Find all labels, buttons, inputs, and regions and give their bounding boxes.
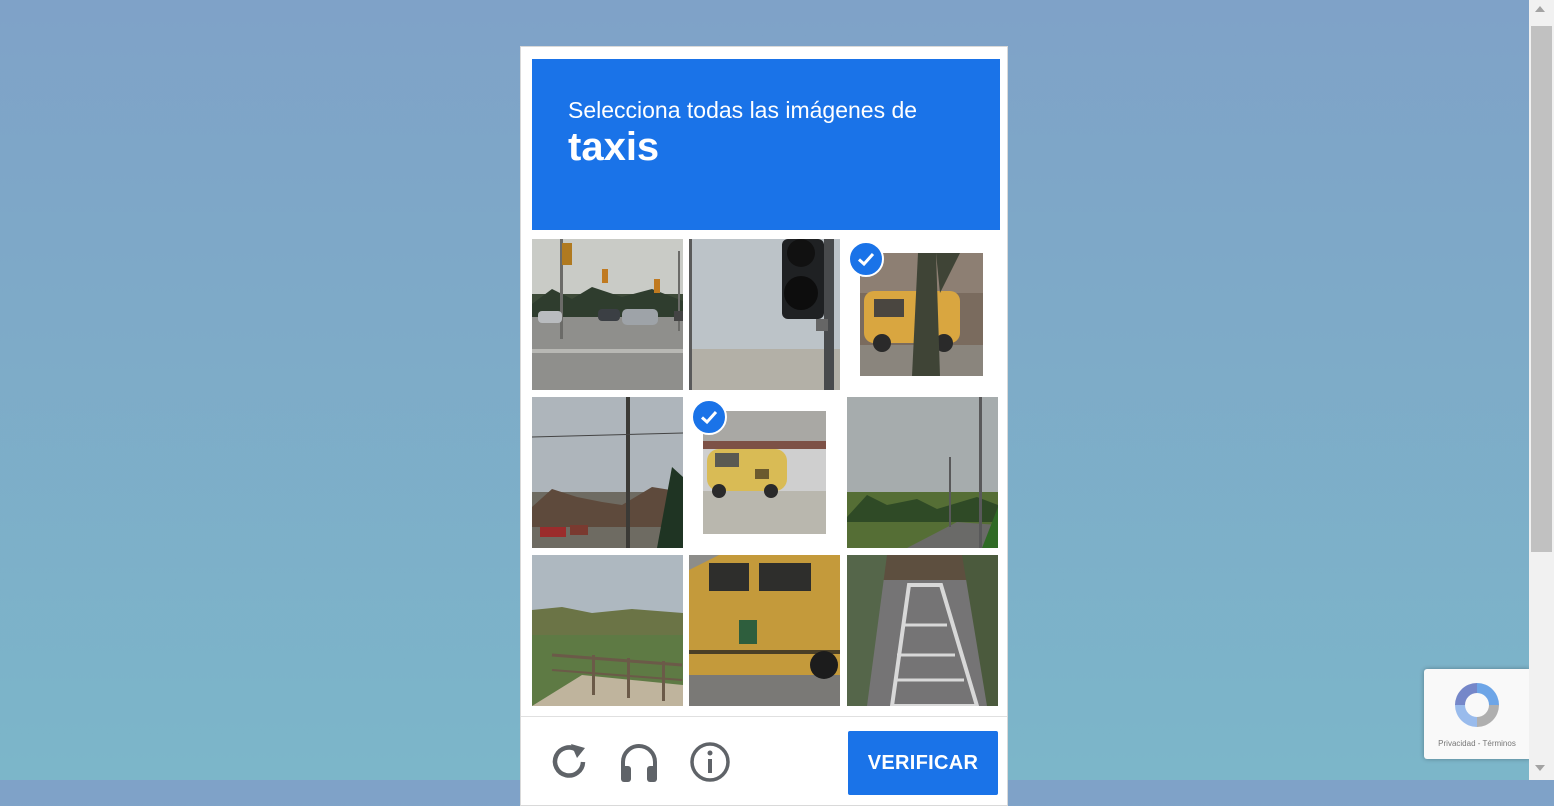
captcha-tile-3[interactable]: [846, 239, 997, 390]
traffic-light-image: [689, 239, 840, 390]
captcha-tile-1[interactable]: [532, 239, 683, 390]
recaptcha-logo-icon: [1455, 683, 1499, 727]
captcha-tile-4[interactable]: [532, 397, 683, 548]
scroll-down-arrow-icon[interactable]: [1535, 765, 1545, 771]
taxi-closeup-image: [689, 555, 840, 706]
audio-icon[interactable]: [617, 740, 661, 784]
captcha-tile-2[interactable]: [689, 239, 840, 390]
captcha-tile-9[interactable]: [847, 555, 998, 706]
captcha-panel: Selecciona todas las imágenes de taxis V…: [520, 46, 1008, 806]
scrollbar-thumb[interactable]: [1531, 26, 1552, 552]
check-icon: [848, 241, 884, 277]
captcha-keyword: taxis: [568, 125, 660, 169]
captcha-tile-6[interactable]: [847, 397, 998, 548]
captcha-tile-8[interactable]: [689, 555, 840, 706]
reload-icon[interactable]: [547, 740, 591, 784]
road-markings-image: [847, 555, 998, 706]
captcha-tile-5[interactable]: [689, 397, 840, 548]
hillside-fence-image: [532, 555, 683, 706]
check-icon: [691, 399, 727, 435]
captcha-prompt: Selecciona todas las imágenes de: [568, 97, 918, 123]
footer-divider: [521, 716, 1007, 717]
captcha-tile-7[interactable]: [532, 555, 683, 706]
utility-pole-image: [532, 397, 683, 548]
road-trees-image: [847, 397, 998, 548]
intersection-image: [532, 239, 683, 390]
recaptcha-legal-links[interactable]: Privacidad - Términos: [1424, 739, 1530, 748]
recaptcha-badge[interactable]: Privacidad - Términos: [1424, 669, 1530, 759]
info-icon[interactable]: [688, 740, 732, 784]
verify-button[interactable]: VERIFICAR: [848, 731, 998, 795]
scroll-up-arrow-icon[interactable]: [1535, 6, 1545, 12]
captcha-header: Selecciona todas las imágenes de taxis: [532, 59, 1000, 230]
